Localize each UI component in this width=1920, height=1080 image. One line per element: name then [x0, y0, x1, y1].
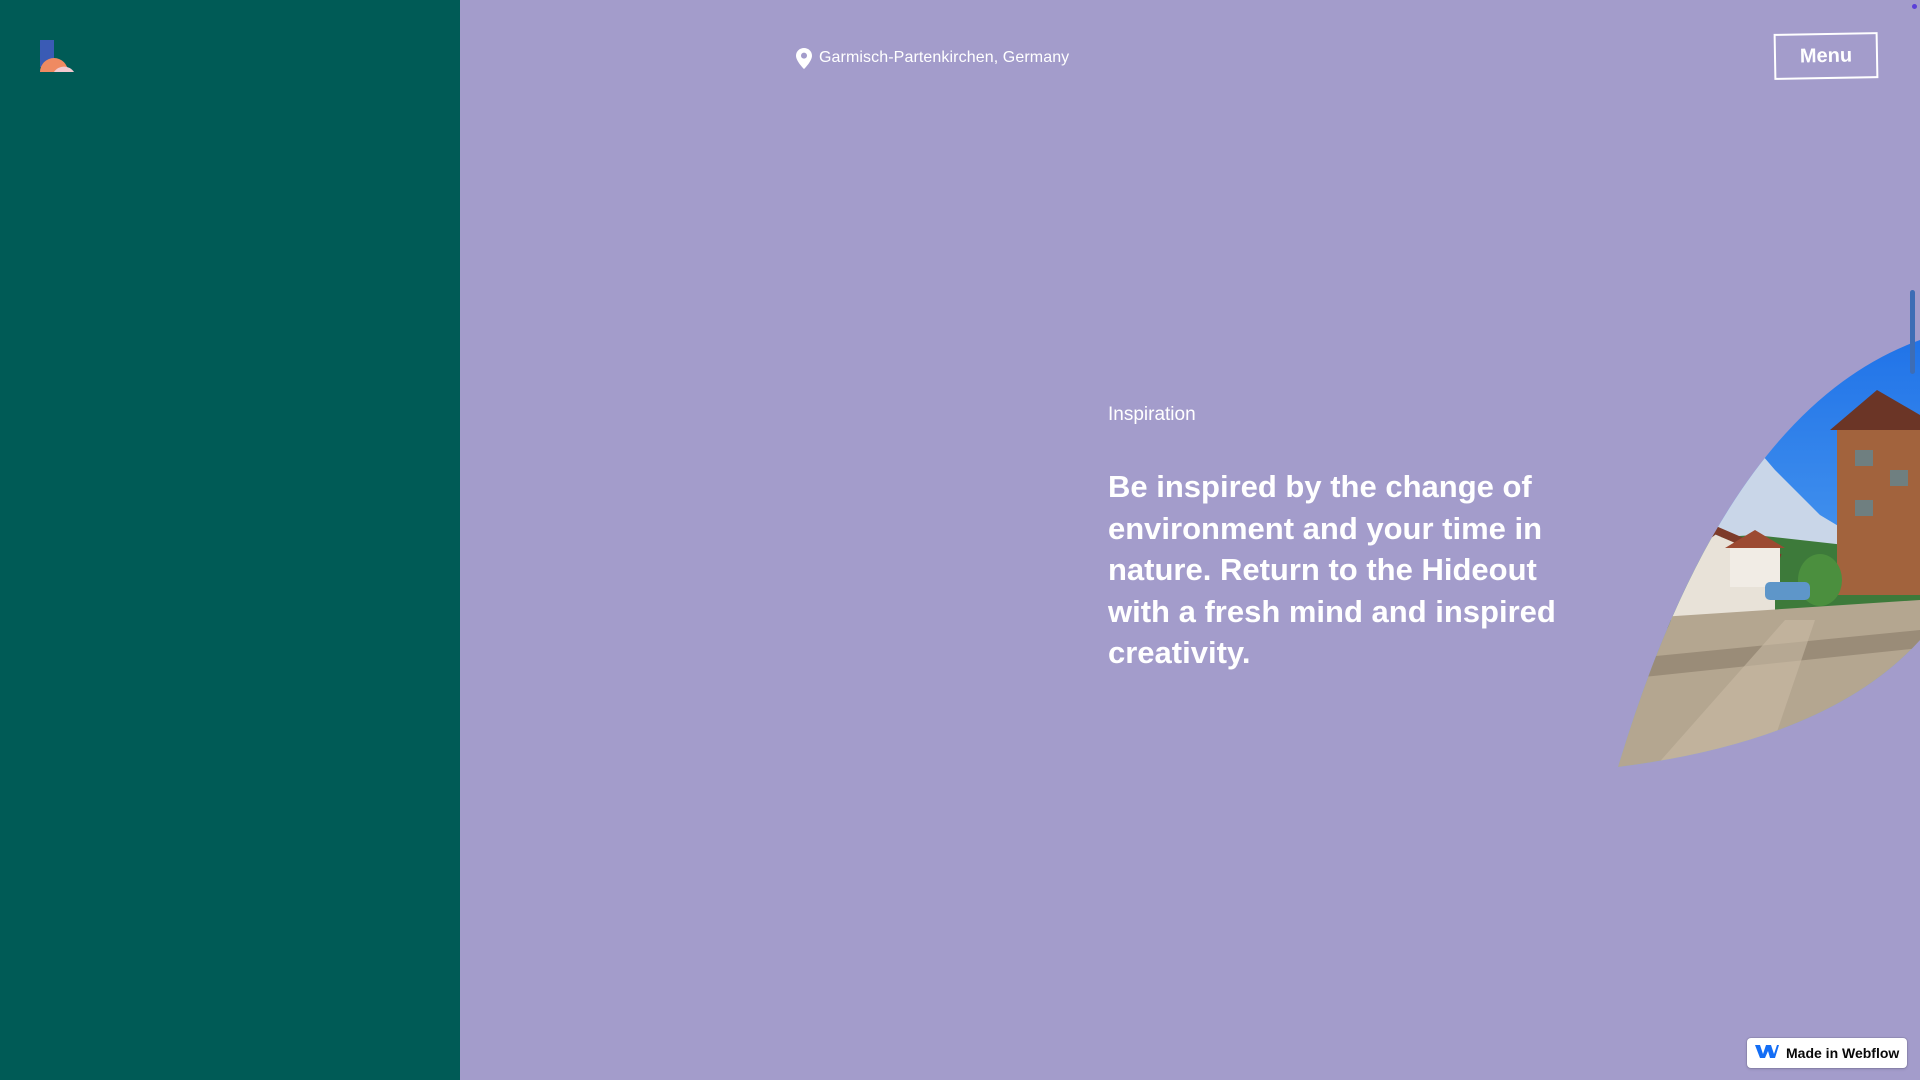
location-text: Garmisch-Partenkirchen, Germany	[819, 49, 1070, 66]
scrollbar[interactable]	[1910, 290, 1915, 374]
webflow-badge-label: Made in Webflow	[1786, 1045, 1900, 1061]
page: Garmisch-Partenkirchen, Germany Menu Ins…	[0, 0, 1920, 1080]
webflow-logo-icon	[1755, 1044, 1779, 1062]
map-pin-icon	[796, 47, 812, 69]
section-eyebrow: Inspiration	[1108, 404, 1196, 425]
location: Garmisch-Partenkirchen, Germany	[796, 46, 1069, 70]
left-panel	[0, 0, 460, 1080]
menu-button[interactable]: Menu	[1773, 32, 1879, 80]
section-headline: Be inspired by the change of environment…	[1108, 469, 1556, 670]
corner-dot	[1912, 4, 1917, 9]
made-in-webflow-badge[interactable]: Made in Webflow	[1747, 1038, 1907, 1068]
village-photo	[1615, 330, 1920, 767]
hideout-logo-icon[interactable]	[38, 38, 76, 74]
